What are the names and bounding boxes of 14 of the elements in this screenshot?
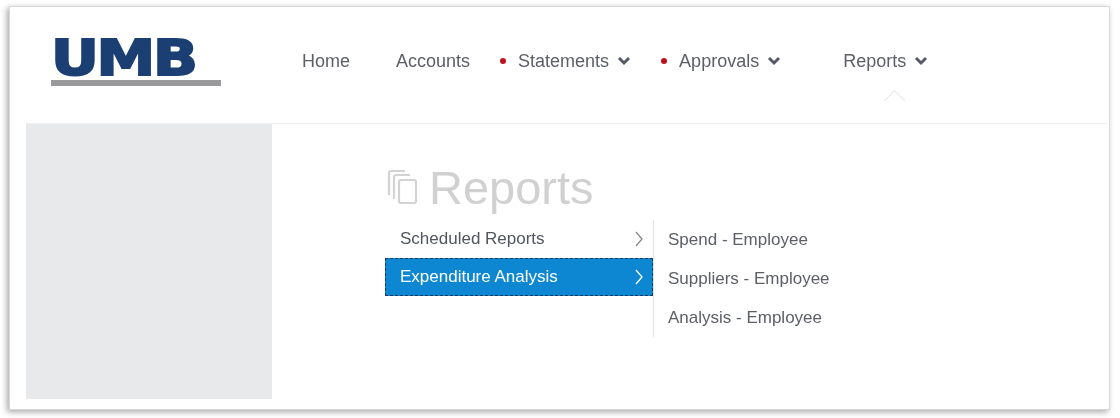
chevron-right-icon bbox=[634, 268, 644, 286]
nav-item[interactable]: Approvals bbox=[661, 50, 782, 72]
menu-item[interactable]: Expenditure Analysis bbox=[385, 258, 653, 296]
nav-item[interactable]: Home bbox=[302, 50, 350, 72]
submenu-link[interactable]: Spend - Employee bbox=[668, 220, 830, 259]
submenu-link[interactable]: Analysis - Employee bbox=[668, 298, 830, 337]
chevron-right-icon bbox=[634, 230, 644, 248]
logo[interactable]: UMB bbox=[51, 38, 223, 86]
nav-item[interactable]: Reports bbox=[843, 50, 929, 72]
submenu-link[interactable]: Suppliers - Employee bbox=[668, 259, 830, 298]
documents-icon bbox=[385, 169, 419, 205]
menu-item[interactable]: Scheduled Reports bbox=[385, 220, 653, 258]
nav-item[interactable]: Accounts bbox=[396, 50, 471, 72]
nav-item[interactable]: Statements bbox=[500, 50, 632, 72]
